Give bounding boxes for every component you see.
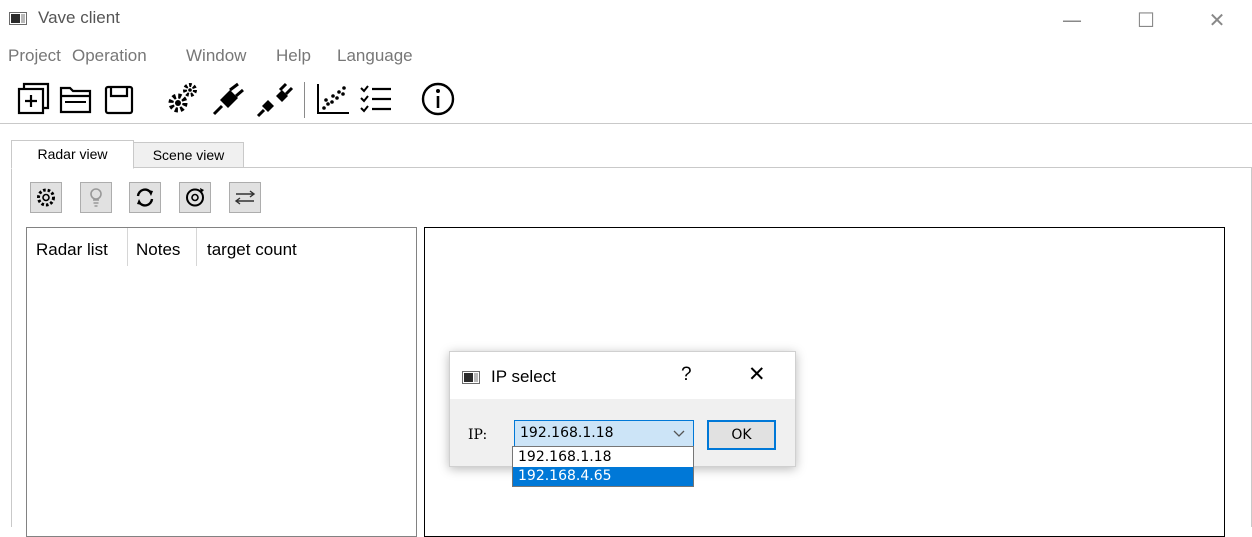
menu-project[interactable]: Project [8,46,61,66]
dialog-app-icon [462,371,480,384]
refresh-icon [136,188,154,207]
tab-scene-view[interactable]: Scene view [133,142,244,168]
connect-plug-icon[interactable] [208,78,248,120]
disconnect-plug-icon[interactable] [254,78,294,120]
dialog-title: IP select [491,367,556,386]
sync-icon [186,188,204,207]
menu-operation[interactable]: Operation [72,46,147,66]
title-bar: Vave client — ☐ ✕ [0,0,1252,40]
column-header-radar-list[interactable]: Radar list [36,240,108,260]
close-icon[interactable]: ✕ [748,362,766,386]
ip-label: IP: [468,427,488,443]
radar-sync-button[interactable] [179,182,211,213]
save-icon[interactable] [100,78,140,120]
chevron-down-icon[interactable] [673,424,685,445]
menu-window[interactable]: Window [186,46,246,66]
settings-icon [37,188,55,207]
column-separator [196,228,197,266]
radar-bulb-button[interactable] [80,182,112,213]
ip-combobox[interactable]: 192.168.1.18 [514,420,694,447]
new-project-icon[interactable] [14,78,54,120]
ok-button[interactable]: OK [707,420,776,450]
radar-settings-button[interactable] [30,182,62,213]
info-icon[interactable] [418,78,458,120]
checklist-icon[interactable] [357,78,397,120]
scatter-chart-icon[interactable] [313,78,353,120]
swap-icon [234,190,256,205]
open-folder-icon[interactable] [56,78,96,120]
toolbar-separator [304,82,305,118]
dialog-title-bar: IP select ? ✕ [450,352,795,399]
column-header-target-count[interactable]: target count [207,240,297,260]
ip-combobox-value: 192.168.1.18 [520,425,614,441]
menu-help[interactable]: Help [276,46,311,66]
bulb-icon [90,188,102,207]
tab-radar-view[interactable]: Radar view [11,140,134,169]
menu-language[interactable]: Language [337,46,413,66]
minimize-icon[interactable]: — [1049,8,1095,32]
window-title: Vave client [38,8,120,27]
column-separator [127,228,128,266]
radar-swap-button[interactable] [229,182,261,213]
ip-option-highlighted[interactable]: 192.168.4.65 [513,467,693,486]
radar-list-table[interactable]: Radar list Notes target count [26,227,417,537]
toolbar-divider [0,123,1252,124]
settings-gears-icon[interactable] [162,78,202,120]
app-icon [9,12,27,25]
radar-refresh-button[interactable] [129,182,161,213]
ip-dropdown-list[interactable]: 192.168.1.18 192.168.4.65 [512,446,694,487]
help-icon[interactable]: ? [681,364,692,386]
ip-option[interactable]: 192.168.1.18 [513,448,693,467]
column-header-notes[interactable]: Notes [136,240,180,260]
close-icon[interactable]: ✕ [1194,8,1240,32]
maximize-icon[interactable]: ☐ [1123,8,1169,32]
